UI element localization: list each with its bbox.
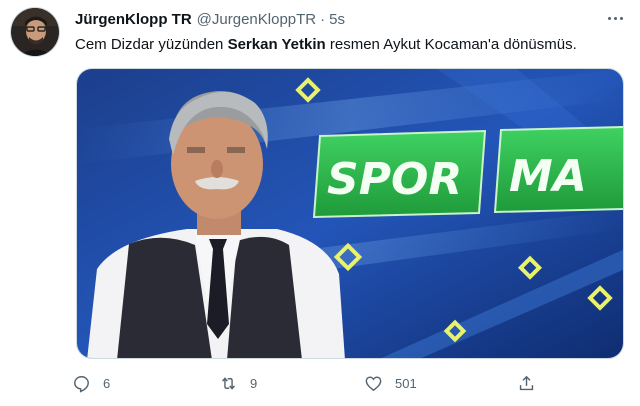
tweet-media[interactable]: SPOR MA: [76, 68, 624, 359]
like-button[interactable]: 501: [364, 371, 417, 395]
avatar[interactable]: [10, 7, 60, 57]
tweet-actions: 6 9 501: [72, 371, 542, 395]
tweet-header: JürgenKlopp TR @JurgenKloppTR · 5s: [75, 9, 345, 29]
reply-button[interactable]: 6: [72, 371, 110, 395]
reply-icon: [74, 375, 89, 393]
more-button[interactable]: [604, 8, 626, 28]
reply-count: 6: [103, 375, 111, 391]
display-name[interactable]: JürgenKlopp TR: [75, 11, 192, 28]
user-handle[interactable]: @JurgenKloppTR: [197, 11, 316, 28]
retweet-count: 9: [250, 375, 258, 391]
tweet-text-part2: resmen Aykut Kocaman'a dönüsmüs.: [325, 36, 577, 53]
tweet-image: SPOR MA: [77, 69, 623, 358]
banner-text-1: SPOR: [327, 154, 462, 205]
retweet-icon: [222, 376, 235, 390]
share-button[interactable]: [517, 371, 536, 395]
share-icon: [519, 375, 534, 390]
tweet[interactable]: JürgenKlopp TR @JurgenKloppTR · 5s Cem D…: [0, 0, 640, 406]
like-count: 501: [395, 375, 417, 391]
separator-dot: ·: [320, 10, 326, 28]
more-icon: [607, 16, 611, 20]
tweet-text-bold: Serkan Yetkin: [227, 36, 326, 53]
timestamp[interactable]: 5s: [329, 11, 345, 28]
heart-icon: [365, 375, 382, 391]
tweet-text-part1: Cem Dizdar yüzünden: [75, 36, 228, 53]
tweet-text: Cem Dizdar yüzünden Serkan Yetkin resmen…: [75, 36, 577, 53]
retweet-button[interactable]: 9: [219, 371, 257, 395]
banner-text-2: MA: [509, 151, 587, 202]
